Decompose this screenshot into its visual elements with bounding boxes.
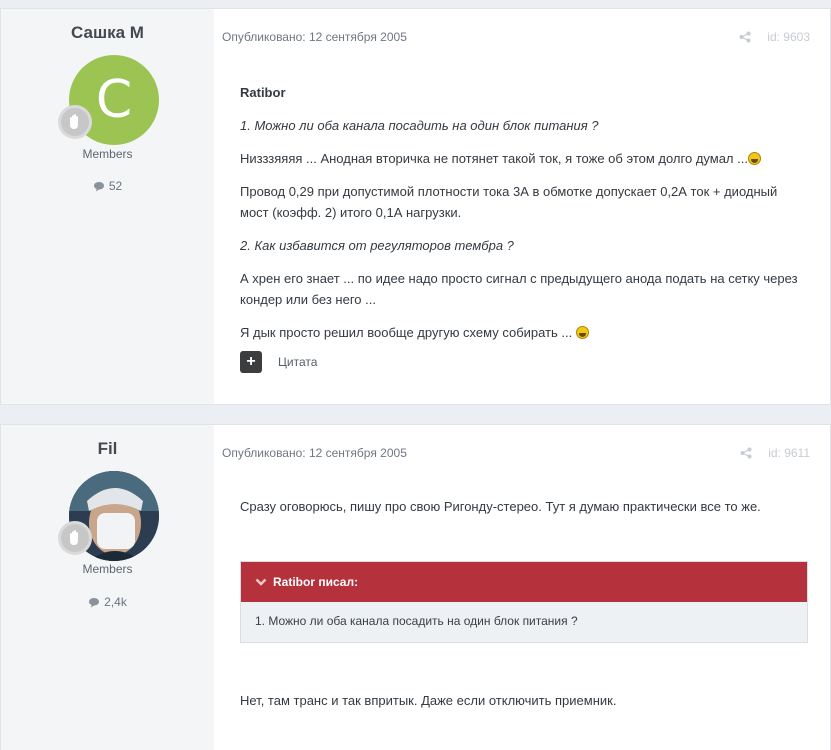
quote-text: 1. Можно ли оба канала посадить на один … <box>255 614 578 628</box>
paragraph-text: Низззяяяя ... Анодная вторичка не потяне… <box>240 151 748 166</box>
post-count[interactable]: 2,4k <box>1 595 214 609</box>
smiley-icon <box>575 326 589 339</box>
post-id[interactable]: id: 9611 <box>768 446 810 460</box>
quote-button[interactable]: + Цитата <box>240 351 317 373</box>
rank-badge-icon <box>58 105 92 139</box>
post-paragraph: Провод 0,29 при допустимой плотности ток… <box>240 184 778 220</box>
post-content: Опубликовано: 12 сентября 2005 id: 9611 … <box>214 425 830 750</box>
post-id[interactable]: id: 9603 <box>767 30 810 44</box>
quote-author: Ratibor писал: <box>273 575 359 589</box>
post-date[interactable]: Опубликовано: 12 сентября 2005 <box>222 30 407 44</box>
chevron-down-icon[interactable] <box>255 577 267 587</box>
share-icon[interactable] <box>739 31 751 43</box>
post-paragraph: Сразу оговорюсь, пишу про свою Ригонду-с… <box>240 499 761 514</box>
forum-post: Fil Members 2,4k Опубликовано: 12 сентяб… <box>0 424 831 750</box>
rank-badge-icon <box>58 521 92 555</box>
member-group: Members <box>82 147 133 161</box>
post-count-value: 2,4k <box>104 595 127 609</box>
post-count-value: 52 <box>108 179 123 193</box>
author-panel: Сашка М C Members 52 <box>1 9 214 404</box>
paragraph-text: Я дык просто решил вообще другую схему с… <box>240 325 573 340</box>
comment-icon <box>89 597 100 607</box>
post-paragraph: 1. Можно ли оба канала посадить на один … <box>240 118 599 133</box>
post-paragraph: Низззяяяя ... Анодная вторичка не потяне… <box>240 148 806 169</box>
post-paragraph: Я дык просто решил вообще другую схему с… <box>240 322 806 343</box>
post-meta-right: id: 9603 <box>739 30 810 44</box>
author-panel: Fil Members 2,4k <box>1 425 214 750</box>
member-group: Members <box>82 562 133 576</box>
post-date[interactable]: Опубликовано: 12 сентября 2005 <box>222 446 407 460</box>
quote-header[interactable]: Ratibor писал: <box>241 562 807 602</box>
forum-post: Сашка М C Members 52 Опубликовано: 12 се… <box>0 8 831 405</box>
comment-icon <box>93 181 104 191</box>
post-paragraph: 2. Как избавится от регуляторов тембра ? <box>240 238 514 253</box>
post-body: Сразу оговорюсь, пишу про свою Ригонду-с… <box>240 496 806 529</box>
share-icon[interactable] <box>740 447 752 459</box>
post-paragraph: Нет, там транс и так впритык. Даже если … <box>240 693 617 708</box>
post-meta-right: id: 9611 <box>740 446 810 460</box>
post-paragraph: А хрен его знает ... по идее надо просто… <box>240 271 798 307</box>
smiley-icon <box>747 152 761 165</box>
author-name[interactable]: Сашка М <box>1 23 214 43</box>
author-name[interactable]: Fil <box>1 439 214 459</box>
avatar-letter: C <box>95 70 133 130</box>
plus-icon[interactable]: + <box>240 351 262 373</box>
post-content: Опубликовано: 12 сентября 2005 id: 9603 … <box>214 9 830 404</box>
quote-block: Ratibor писал: 1. Можно ли оба канала по… <box>240 561 808 643</box>
quoted-name: Ratibor <box>240 85 286 100</box>
quote-button-label[interactable]: Цитата <box>278 355 317 369</box>
post-body: Ratibor 1. Можно ли оба канала посадить … <box>240 82 806 355</box>
post-body-reply: Нет, там транс и так впритык. Даже если … <box>240 690 806 723</box>
post-count[interactable]: 52 <box>1 179 214 193</box>
